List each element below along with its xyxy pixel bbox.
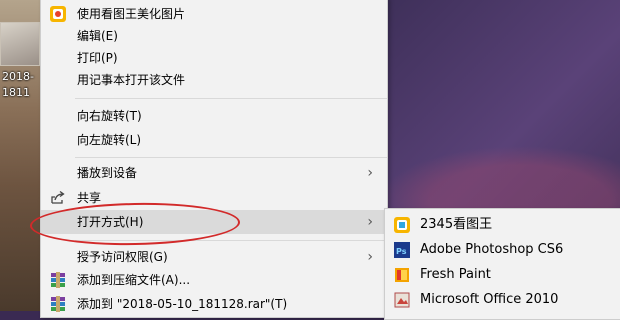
- menu-item-add-to-rar[interactable]: 添加到 "2018-05-10_181128.rar"(T): [41, 293, 387, 315]
- kantuwang-icon: [394, 217, 410, 233]
- chevron-right-icon: ›: [367, 214, 373, 230]
- menu-item-cast-to-device[interactable]: 播放到设备 ›: [41, 162, 387, 184]
- menu-item-rotate-right[interactable]: 向右旋转(T): [41, 105, 387, 127]
- chevron-right-icon: ›: [367, 249, 373, 265]
- share-icon: [50, 190, 66, 206]
- menu-item-label: 添加到 "2018-05-10_181128.rar"(T): [77, 297, 288, 311]
- menu-item-label: 打开方式(H): [77, 215, 144, 229]
- menu-item-label: 向右旋转(T): [77, 109, 142, 123]
- photoshop-icon: Ps: [394, 242, 410, 258]
- menu-item-rotate-left[interactable]: 向左旋转(L): [41, 129, 387, 151]
- desktop-file-thumbnail[interactable]: [0, 22, 40, 66]
- winrar-archive-icon: [50, 272, 66, 288]
- menu-item-add-to-archive[interactable]: 添加到压缩文件(A)...: [41, 269, 387, 291]
- submenu-item-label: Adobe Photoshop CS6: [420, 242, 564, 257]
- context-menu: 使用看图王美化图片 编辑(E) 打印(P) 用记事本打开该文件 向右旋转(T) …: [40, 0, 388, 318]
- svg-text:Ps: Ps: [396, 247, 407, 256]
- menu-item-label: 共享: [77, 191, 102, 205]
- menu-item-label: 播放到设备: [77, 166, 138, 180]
- submenu-item-fresh-paint[interactable]: Fresh Paint: [385, 263, 620, 287]
- menu-item-label: 向左旋转(L): [77, 133, 142, 147]
- submenu-item-label: Fresh Paint: [420, 267, 491, 282]
- menu-separator: [75, 157, 387, 158]
- menu-item-edit[interactable]: 编辑(E): [41, 25, 387, 47]
- menu-item-label: 用记事本打开该文件: [77, 73, 186, 87]
- desktop-file-label: 2018-: [2, 70, 34, 83]
- submenu-item-photoshop[interactable]: Ps Adobe Photoshop CS6: [385, 238, 620, 262]
- submenu-item-label: 2345看图王: [420, 217, 493, 232]
- desktop-file-label-line2: 1811: [2, 86, 30, 99]
- menu-item-share[interactable]: 共享: [41, 187, 387, 209]
- office-picture-icon: [394, 292, 410, 308]
- submenu-item-office[interactable]: Microsoft Office 2010: [385, 288, 620, 312]
- menu-item-label: 打印(P): [77, 51, 118, 65]
- menu-separator: [75, 240, 387, 241]
- menu-item-grant-access[interactable]: 授予访问权限(G) ›: [41, 246, 387, 268]
- menu-item-beautify[interactable]: 使用看图王美化图片: [41, 3, 387, 25]
- menu-item-label: 授予访问权限(G): [77, 250, 168, 264]
- menu-item-open-with[interactable]: 打开方式(H) ›: [41, 210, 387, 234]
- menu-item-open-notepad[interactable]: 用记事本打开该文件: [41, 69, 387, 91]
- menu-item-label: 添加到压缩文件(A)...: [77, 273, 191, 287]
- menu-separator: [75, 98, 387, 99]
- menu-item-label: 使用看图王美化图片: [77, 7, 186, 21]
- menu-item-print[interactable]: 打印(P): [41, 47, 387, 69]
- chevron-right-icon: ›: [367, 165, 373, 181]
- submenu-item-label: Microsoft Office 2010: [420, 292, 559, 307]
- submenu-item-kantuwang[interactable]: 2345看图王: [385, 213, 620, 237]
- winrar-archive-icon: [50, 296, 66, 312]
- fresh-paint-icon: [394, 267, 410, 283]
- kantuwang-beautify-icon: [50, 6, 66, 22]
- open-with-submenu: 2345看图王 Ps Adobe Photoshop CS6 Fresh Pai…: [384, 208, 620, 320]
- menu-item-label: 编辑(E): [77, 29, 118, 43]
